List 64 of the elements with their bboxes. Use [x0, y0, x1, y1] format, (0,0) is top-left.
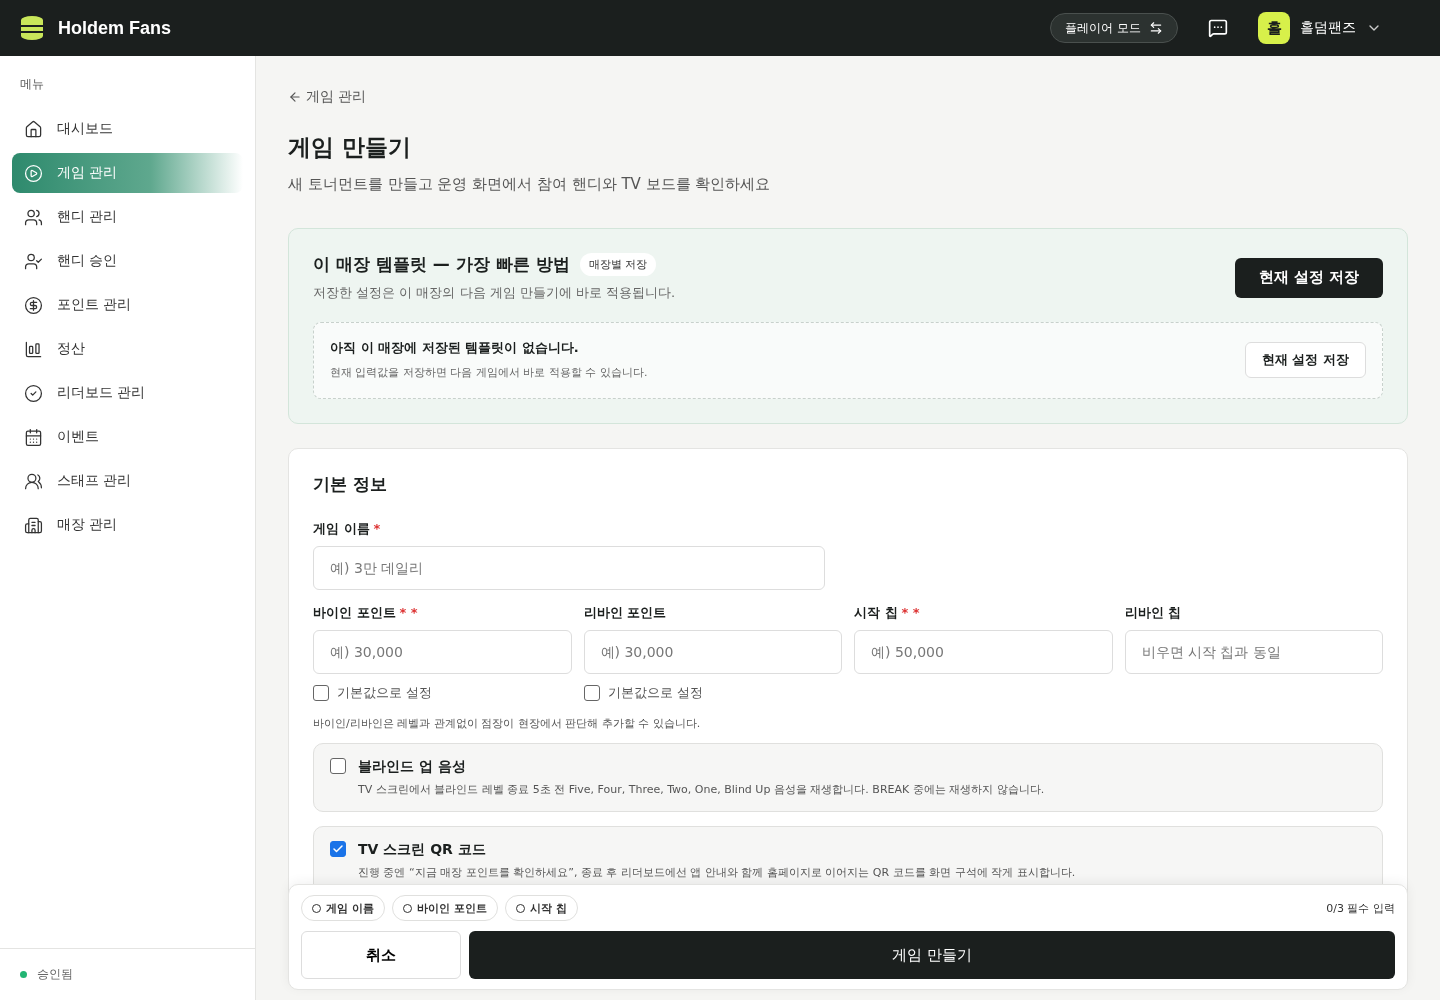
dollar-circle-icon [24, 295, 43, 315]
swap-icon [1149, 21, 1163, 35]
home-icon [24, 119, 43, 139]
field-label: 게임 이름 * [313, 520, 382, 538]
option-description: 진행 중엔 “지금 매장 포인트를 확인하세요”, 종료 후 리더보드에선 앱 안내와 함께 홈페이지로 이어지는 QR 코드를 화면 구석에 작게 표시합니다. [358, 865, 1076, 880]
sidebar-item[interactable]: 핸디 관리 [12, 197, 243, 237]
player-mode-button[interactable]: 플레이어 모드 [1050, 13, 1178, 43]
option-title: TV 스크린 QR 코드 [358, 841, 487, 859]
sidebar-item[interactable]: 포인트 관리 [12, 285, 243, 325]
page-subtitle: 새 토너먼트를 만들고 운영 화면에서 참여 핸디와 TV 보드를 확인하세요 [288, 175, 772, 194]
save-settings-button[interactable]: 현재 설정 저장 [1234, 257, 1383, 298]
sidebar-heading: 메뉴 [20, 76, 45, 93]
users-icon [24, 207, 43, 227]
option-title: 블라인드 업 음성 [358, 758, 467, 776]
field-label: 바이인 포인트 * * [313, 604, 419, 622]
sidebar-item[interactable]: 핸디 승인 [12, 241, 243, 281]
check-circle-icon [24, 383, 43, 403]
user-name[interactable]: 홀덤팬즈 [1300, 19, 1356, 37]
brand-name: Holdem Fans [58, 17, 172, 39]
sidebar-item[interactable]: 이벤트 [12, 417, 243, 457]
input-field[interactable]: 예) 3만 데일리 [313, 546, 825, 590]
section-title: 기본 정보 [313, 473, 388, 496]
field-label: 리바인 칩 [1124, 604, 1183, 622]
logo-icon [20, 15, 44, 41]
cancel-button[interactable]: 취소 [301, 931, 461, 979]
group-icon [24, 471, 43, 491]
checkbox[interactable] [330, 758, 346, 774]
checkbox-label: 기본값으로 설정 [337, 684, 433, 702]
play-circle-icon [24, 163, 43, 183]
input-field[interactable]: 예) 50,000 [854, 630, 1113, 674]
page-title: 게임 만들기 [288, 133, 412, 162]
checkbox[interactable] [583, 685, 600, 701]
template-title: 이 매장 템플릿 — 가장 빠른 방법 [313, 253, 570, 276]
sidebar-item[interactable]: 리더보드 관리 [12, 373, 243, 413]
building-icon [24, 515, 43, 535]
user-check-icon [24, 251, 43, 271]
checkbox[interactable] [313, 685, 329, 701]
empty-description: 현재 입력값을 저장하면 다음 게임에서 바로 적용할 수 있습니다. [330, 365, 649, 380]
save-settings-button[interactable]: 현재 설정 저장 [1244, 341, 1366, 378]
sidebar-item[interactable]: 정산 [12, 329, 243, 369]
create-game-button[interactable]: 게임 만들기 [469, 931, 1395, 979]
status-label: 승인됨 [37, 966, 73, 983]
field-label: 시작 칩 * * [854, 604, 921, 622]
calendar-icon [24, 427, 43, 447]
sidebar-item[interactable]: 매장 관리 [12, 505, 243, 545]
template-description: 저장한 설정은 이 매장의 다음 게임 만들기에 바로 적용됩니다. [313, 284, 677, 302]
check-icon [332, 843, 344, 855]
input-field[interactable]: 비우면 시작 칩과 동일 [1124, 630, 1383, 674]
sidebar-item[interactable]: 게임 관리 [12, 153, 243, 193]
progress-text: 0/3 필수 입력 [1326, 900, 1395, 916]
checkbox-label: 기본값으로 설정 [607, 684, 703, 702]
input-field[interactable]: 예) 30,000 [313, 630, 572, 674]
field-label: 리바인 포인트 [583, 604, 668, 622]
option-description: TV 스크린에서 블라인드 레벨 종료 5초 전 Five, Four, Three, Two, One, Blind Up 음성을 재생합니다. BREAK 중에는 재생하지 않습니다. [358, 782, 1045, 797]
checkbox[interactable] [330, 841, 346, 857]
input-field[interactable]: 예) 30,000 [583, 630, 842, 674]
empty-title: 아직 이 매장에 저장된 템플릿이 없습니다. [330, 339, 580, 357]
bar-chart-icon [24, 339, 43, 359]
avatar: 홀 [1258, 12, 1290, 44]
back-link[interactable]: 게임 관리 [288, 88, 367, 106]
sidebar-item[interactable]: 스태프 관리 [12, 461, 243, 501]
badge: 매장별 저장 [579, 253, 656, 276]
note-text: 바이인/리바인은 레벨과 관계없이 점장이 현장에서 판단해 추가할 수 있습니다. [313, 716, 702, 731]
sidebar-item[interactable]: 대시보드 [12, 109, 243, 149]
